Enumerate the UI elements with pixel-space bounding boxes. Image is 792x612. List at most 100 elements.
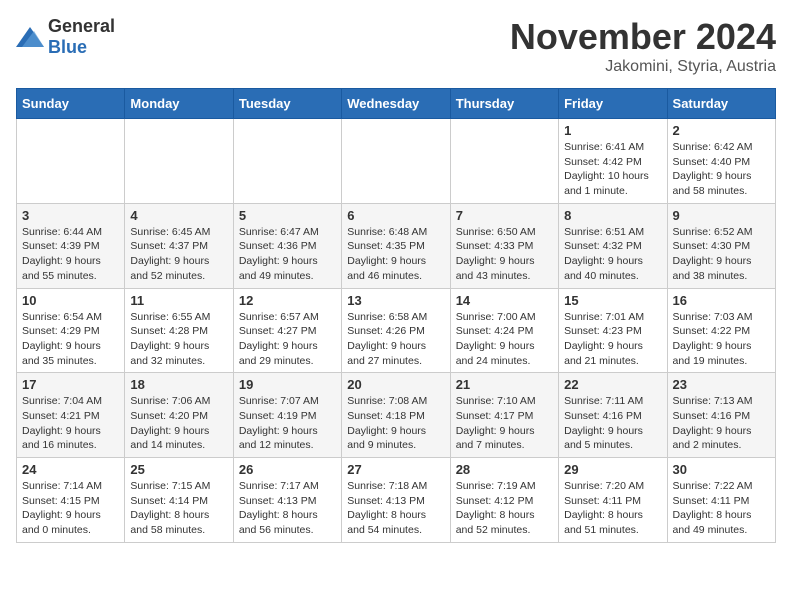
day-number: 10 xyxy=(22,293,119,308)
day-number: 22 xyxy=(564,377,661,392)
day-info: Sunrise: 6:51 AM Sunset: 4:32 PM Dayligh… xyxy=(564,225,661,284)
day-info: Sunrise: 6:50 AM Sunset: 4:33 PM Dayligh… xyxy=(456,225,553,284)
location-subtitle: Jakomini, Styria, Austria xyxy=(510,58,776,76)
calendar-header-row: SundayMondayTuesdayWednesdayThursdayFrid… xyxy=(17,89,776,119)
logo-blue: Blue xyxy=(48,37,87,57)
calendar-cell: 9 Sunrise: 6:52 AM Sunset: 4:30 PM Daylig… xyxy=(667,203,775,288)
day-info: Sunrise: 6:45 AM Sunset: 4:37 PM Dayligh… xyxy=(130,225,227,284)
calendar-cell: 7 Sunrise: 6:50 AM Sunset: 4:33 PM Daylig… xyxy=(450,203,558,288)
calendar-cell: 19Sunrise: 7:07 AM Sunset: 4:19 PM Dayli… xyxy=(233,373,341,458)
day-info: Sunrise: 6:52 AM Sunset: 4:30 PM Dayligh… xyxy=(673,225,770,284)
calendar-cell: 17Sunrise: 7:04 AM Sunset: 4:21 PM Dayli… xyxy=(17,373,125,458)
calendar-cell: 10 Sunrise: 6:54 AM Sunset: 4:29 PM Dayli… xyxy=(17,288,125,373)
day-info: Sunrise: 7:11 AM Sunset: 4:16 PM Dayligh… xyxy=(564,394,661,453)
day-info: Sunrise: 6:57 AM Sunset: 4:27 PM Dayligh… xyxy=(239,310,336,369)
day-number: 24 xyxy=(22,462,119,477)
day-number: 17 xyxy=(22,377,119,392)
page-header: General Blue November 2024 Jakomini, Sty… xyxy=(16,16,776,76)
calendar-cell: 23 Sunrise: 7:13 AM Sunset: 4:16 PM Dayli… xyxy=(667,373,775,458)
calendar-cell: 29 Sunrise: 7:20 AM Sunset: 4:11 PM Dayli… xyxy=(559,458,667,543)
day-info: Sunrise: 6:48 AM Sunset: 4:35 PM Dayligh… xyxy=(347,225,444,284)
logo: General Blue xyxy=(16,16,115,58)
day-number: 12 xyxy=(239,293,336,308)
header-saturday: Saturday xyxy=(667,89,775,119)
day-number: 8 xyxy=(564,208,661,223)
day-number: 29 xyxy=(564,462,661,477)
calendar-week-4: 17Sunrise: 7:04 AM Sunset: 4:21 PM Dayli… xyxy=(17,373,776,458)
day-number: 14 xyxy=(456,293,553,308)
calendar-cell xyxy=(342,119,450,204)
day-number: 26 xyxy=(239,462,336,477)
calendar-cell: 26 Sunrise: 7:17 AM Sunset: 4:13 PM Dayli… xyxy=(233,458,341,543)
calendar-cell: 6 Sunrise: 6:48 AM Sunset: 4:35 PM Daylig… xyxy=(342,203,450,288)
day-number: 5 xyxy=(239,208,336,223)
calendar-week-3: 10 Sunrise: 6:54 AM Sunset: 4:29 PM Dayli… xyxy=(17,288,776,373)
day-number: 3 xyxy=(22,208,119,223)
calendar-cell: 13 Sunrise: 6:58 AM Sunset: 4:26 PM Dayli… xyxy=(342,288,450,373)
day-number: 23 xyxy=(673,377,770,392)
day-info: Sunrise: 7:22 AM Sunset: 4:11 PM Dayligh… xyxy=(673,479,770,538)
day-info: Sunrise: 7:14 AM Sunset: 4:15 PM Dayligh… xyxy=(22,479,119,538)
day-number: 2 xyxy=(673,123,770,138)
day-number: 21 xyxy=(456,377,553,392)
header-friday: Friday xyxy=(559,89,667,119)
calendar-week-1: 1 Sunrise: 6:41 AM Sunset: 4:42 PM Daylig… xyxy=(17,119,776,204)
calendar-cell: 8 Sunrise: 6:51 AM Sunset: 4:32 PM Daylig… xyxy=(559,203,667,288)
calendar-cell: 27 Sunrise: 7:18 AM Sunset: 4:13 PM Dayli… xyxy=(342,458,450,543)
calendar-cell: 15Sunrise: 7:01 AM Sunset: 4:23 PM Dayli… xyxy=(559,288,667,373)
day-number: 15 xyxy=(564,293,661,308)
logo-general: General xyxy=(48,16,115,36)
day-info: Sunrise: 7:20 AM Sunset: 4:11 PM Dayligh… xyxy=(564,479,661,538)
day-info: Sunrise: 6:44 AM Sunset: 4:39 PM Dayligh… xyxy=(22,225,119,284)
day-number: 7 xyxy=(456,208,553,223)
day-info: Sunrise: 7:08 AM Sunset: 4:18 PM Dayligh… xyxy=(347,394,444,453)
header-sunday: Sunday xyxy=(17,89,125,119)
calendar-week-5: 24 Sunrise: 7:14 AM Sunset: 4:15 PM Dayli… xyxy=(17,458,776,543)
day-info: Sunrise: 7:00 AM Sunset: 4:24 PM Dayligh… xyxy=(456,310,553,369)
title-area: November 2024 Jakomini, Styria, Austria xyxy=(510,16,776,76)
calendar-cell: 5Sunrise: 6:47 AM Sunset: 4:36 PM Daylig… xyxy=(233,203,341,288)
header-monday: Monday xyxy=(125,89,233,119)
calendar-cell: 3 Sunrise: 6:44 AM Sunset: 4:39 PM Daylig… xyxy=(17,203,125,288)
day-number: 6 xyxy=(347,208,444,223)
calendar-cell xyxy=(17,119,125,204)
day-info: Sunrise: 7:17 AM Sunset: 4:13 PM Dayligh… xyxy=(239,479,336,538)
day-info: Sunrise: 7:03 AM Sunset: 4:22 PM Dayligh… xyxy=(673,310,770,369)
calendar-cell: 2Sunrise: 6:42 AM Sunset: 4:40 PM Daylig… xyxy=(667,119,775,204)
day-info: Sunrise: 7:15 AM Sunset: 4:14 PM Dayligh… xyxy=(130,479,227,538)
day-info: Sunrise: 6:54 AM Sunset: 4:29 PM Dayligh… xyxy=(22,310,119,369)
day-number: 28 xyxy=(456,462,553,477)
calendar-cell: 1 Sunrise: 6:41 AM Sunset: 4:42 PM Daylig… xyxy=(559,119,667,204)
header-thursday: Thursday xyxy=(450,89,558,119)
calendar-cell xyxy=(125,119,233,204)
calendar-cell: 22 Sunrise: 7:11 AM Sunset: 4:16 PM Dayli… xyxy=(559,373,667,458)
month-title: November 2024 xyxy=(510,16,776,58)
day-number: 27 xyxy=(347,462,444,477)
day-info: Sunrise: 7:06 AM Sunset: 4:20 PM Dayligh… xyxy=(130,394,227,453)
day-info: Sunrise: 7:10 AM Sunset: 4:17 PM Dayligh… xyxy=(456,394,553,453)
day-info: Sunrise: 7:13 AM Sunset: 4:16 PM Dayligh… xyxy=(673,394,770,453)
calendar-cell: 20 Sunrise: 7:08 AM Sunset: 4:18 PM Dayli… xyxy=(342,373,450,458)
day-info: Sunrise: 6:58 AM Sunset: 4:26 PM Dayligh… xyxy=(347,310,444,369)
day-number: 20 xyxy=(347,377,444,392)
calendar-cell: 21 Sunrise: 7:10 AM Sunset: 4:17 PM Dayli… xyxy=(450,373,558,458)
logo-icon xyxy=(16,27,44,47)
day-info: Sunrise: 7:19 AM Sunset: 4:12 PM Dayligh… xyxy=(456,479,553,538)
calendar-table: SundayMondayTuesdayWednesdayThursdayFrid… xyxy=(16,88,776,543)
calendar-cell: 16Sunrise: 7:03 AM Sunset: 4:22 PM Dayli… xyxy=(667,288,775,373)
day-info: Sunrise: 7:18 AM Sunset: 4:13 PM Dayligh… xyxy=(347,479,444,538)
calendar-cell: 18 Sunrise: 7:06 AM Sunset: 4:20 PM Dayli… xyxy=(125,373,233,458)
day-number: 13 xyxy=(347,293,444,308)
day-number: 11 xyxy=(130,293,227,308)
day-number: 4 xyxy=(130,208,227,223)
calendar-cell: 25Sunrise: 7:15 AM Sunset: 4:14 PM Dayli… xyxy=(125,458,233,543)
calendar-week-2: 3 Sunrise: 6:44 AM Sunset: 4:39 PM Daylig… xyxy=(17,203,776,288)
calendar-cell: 28 Sunrise: 7:19 AM Sunset: 4:12 PM Dayli… xyxy=(450,458,558,543)
day-info: Sunrise: 7:07 AM Sunset: 4:19 PM Dayligh… xyxy=(239,394,336,453)
day-number: 18 xyxy=(130,377,227,392)
day-number: 30 xyxy=(673,462,770,477)
day-number: 9 xyxy=(673,208,770,223)
day-info: Sunrise: 6:41 AM Sunset: 4:42 PM Dayligh… xyxy=(564,140,661,199)
calendar-cell xyxy=(450,119,558,204)
day-number: 1 xyxy=(564,123,661,138)
